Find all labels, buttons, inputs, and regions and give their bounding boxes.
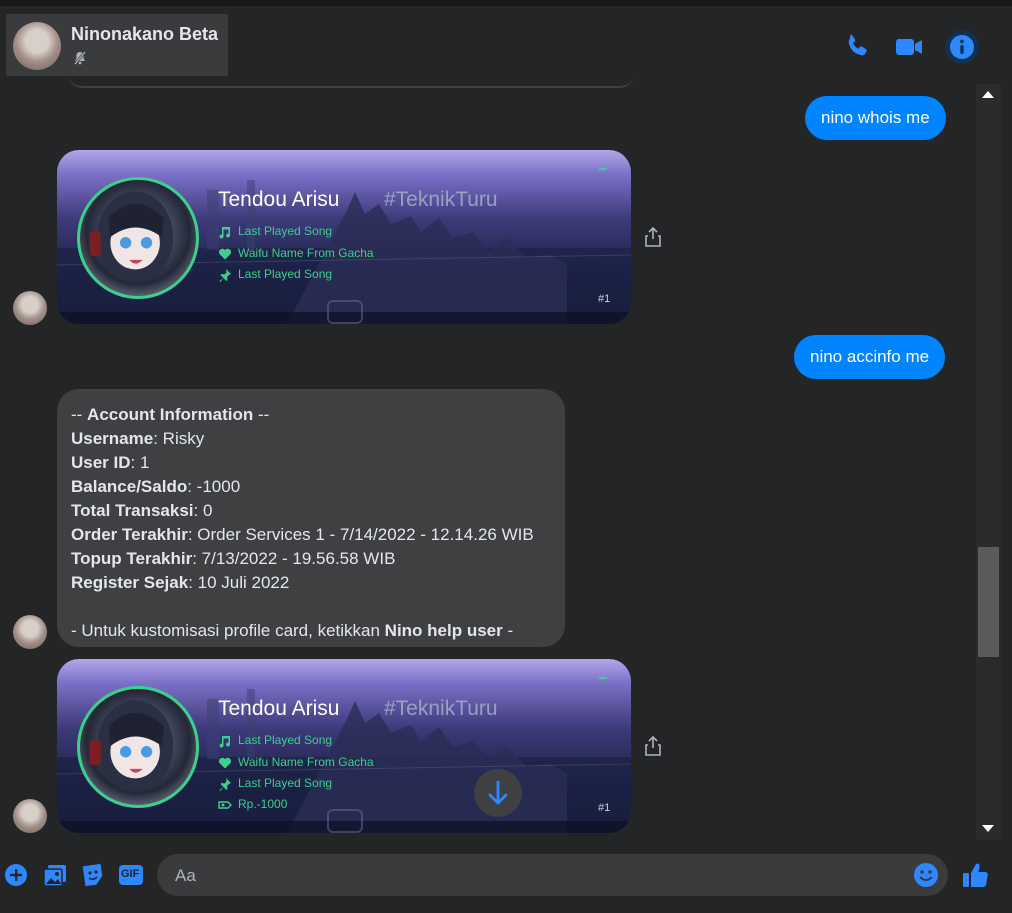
card-row-balance: Rp.-1000 (218, 797, 287, 812)
account-info-message[interactable]: -- Account Information -- Username: Risk… (57, 389, 565, 647)
card-watermark-logo (327, 300, 363, 324)
sender-avatar[interactable] (13, 799, 47, 833)
card-row-text: Waifu Name From Gacha (238, 246, 374, 260)
contact-info[interactable]: Ninonakano Beta (6, 14, 228, 76)
card-number: #1 (598, 802, 611, 814)
outgoing-message[interactable]: nino accinfo me (794, 335, 946, 379)
profile-card-image[interactable]: Tendou Arisu #TeknikTuru Last Played Son… (57, 659, 631, 833)
info-row-last-order: Order Terakhir: Order Services 1 - 7/14/… (71, 525, 534, 544)
info-row-user-id: User ID: 1 (71, 453, 150, 472)
info-row-register-date: Register Sejak: 10 Juli 2022 (71, 573, 290, 592)
message-composer: GIF (0, 848, 1012, 913)
card-row-pinned: Last Played Song (218, 776, 332, 791)
info-button[interactable] (945, 30, 979, 64)
share-icon[interactable] (644, 736, 662, 756)
card-row-waifu: Waifu Name From Gacha (218, 246, 374, 261)
scroll-to-bottom-button[interactable] (474, 769, 522, 817)
plus-icon[interactable] (3, 862, 29, 888)
card-tag: #TeknikTuru (384, 697, 498, 720)
chat-header: Ninonakano Beta (0, 6, 1012, 84)
info-row-transactions: Total Transaksi: 0 (71, 501, 213, 520)
account-info-footer: - Untuk kustomisasi profile card, ketikk… (71, 621, 514, 640)
video-camera-icon[interactable] (894, 32, 924, 62)
card-watermark-logo (327, 809, 363, 833)
card-avatar (77, 177, 199, 299)
pin-icon (219, 777, 231, 791)
bell-slash-icon (74, 51, 86, 65)
card-avatar (77, 686, 199, 808)
arrow-down-icon (488, 780, 508, 805)
scroll-up-arrow[interactable] (982, 91, 994, 98)
gif-button[interactable]: GIF (118, 862, 144, 888)
pin-icon (219, 268, 231, 282)
music-note-icon (219, 735, 231, 748)
gif-label: GIF (121, 868, 140, 880)
scroll-thumb[interactable] (978, 547, 999, 657)
message-input-container (157, 854, 948, 898)
info-row-username: Username: Risky (71, 429, 205, 448)
phone-icon[interactable] (842, 32, 872, 62)
card-row-pinned: Last Played Song (218, 267, 332, 282)
emoji-icon[interactable] (913, 862, 939, 888)
card-row-text: Last Played Song (238, 733, 333, 747)
sticker-icon[interactable] (80, 862, 106, 888)
card-row-text: Last Played Song (238, 267, 333, 281)
message-input[interactable] (173, 854, 907, 898)
music-note-icon (219, 226, 231, 239)
card-row-waifu: Waifu Name From Gacha (218, 755, 374, 770)
card-number: #1 (598, 293, 611, 305)
contact-avatar[interactable] (13, 22, 61, 70)
card-mini-line (599, 677, 607, 679)
card-row-text: Last Played Song (238, 224, 333, 238)
scrollbar[interactable] (976, 84, 1001, 840)
card-row-text: Rp.-1000 (238, 797, 288, 811)
outgoing-message[interactable]: nino whois me (805, 96, 946, 140)
previous-message-edge (68, 74, 634, 88)
card-row-text: Waifu Name From Gacha (238, 755, 374, 769)
heart-icon (218, 757, 232, 769)
anime-character-icon (89, 700, 174, 792)
account-info-header: -- Account Information -- (71, 405, 270, 424)
card-row-song: Last Played Song (218, 733, 332, 748)
sender-avatar[interactable] (13, 291, 47, 325)
info-row-last-topup: Topup Terakhir: 7/13/2022 - 19.56.58 WIB (71, 549, 396, 568)
card-row-text: Last Played Song (238, 776, 333, 790)
thumbs-up-icon[interactable] (961, 861, 989, 889)
profile-card-image[interactable]: Tendou Arisu #TeknikTuru Last Played Son… (57, 150, 631, 324)
card-username: Tendou Arisu (218, 188, 340, 211)
scroll-down-arrow[interactable] (982, 825, 994, 832)
sender-avatar[interactable] (13, 615, 47, 649)
info-icon (950, 35, 974, 59)
share-icon[interactable] (644, 227, 662, 247)
card-tag: #TeknikTuru (384, 188, 498, 211)
card-username: Tendou Arisu (218, 697, 340, 720)
anime-character-icon (89, 191, 174, 283)
contact-name[interactable]: Ninonakano Beta (71, 24, 218, 45)
card-mini-line (599, 168, 607, 170)
money-icon (218, 801, 232, 809)
image-icon[interactable] (42, 862, 68, 888)
heart-icon (218, 248, 232, 260)
card-row-song: Last Played Song (218, 224, 332, 239)
info-row-balance: Balance/Saldo: -1000 (71, 477, 241, 496)
